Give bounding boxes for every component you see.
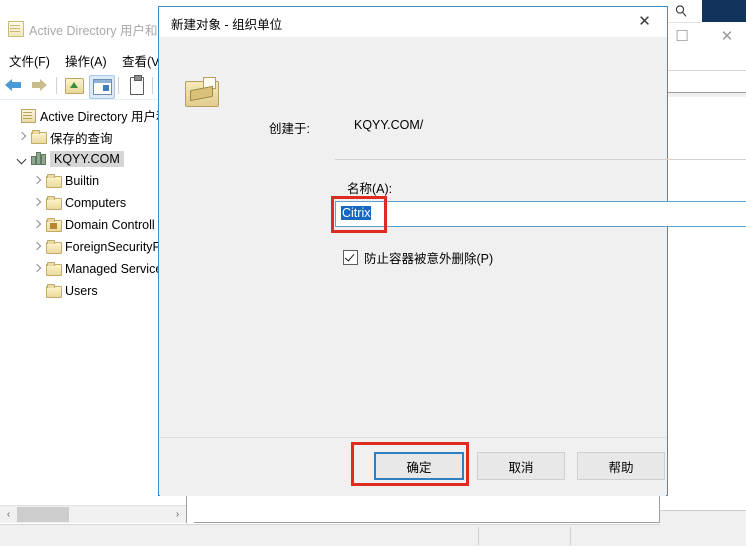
tree-twisty[interactable] <box>29 261 45 277</box>
tree-item-label: 保存的查询 <box>50 131 113 146</box>
folder-icon <box>45 195 62 211</box>
tree-twisty[interactable] <box>29 195 45 211</box>
name-input[interactable]: Citrix <box>335 201 746 227</box>
dialog-title: 新建对象 - 组织单位 <box>171 18 283 32</box>
close-icon[interactable]: ✕ <box>622 7 667 37</box>
tree-twisty[interactable] <box>29 173 45 189</box>
domain-icon <box>30 151 46 167</box>
ok-button-highlight-annotation <box>351 442 469 486</box>
tree-twisty[interactable] <box>14 129 30 145</box>
background-close-button[interactable]: ✕ <box>707 22 746 52</box>
show-hide-tree-icon[interactable] <box>89 75 115 99</box>
name-input-highlight-annotation <box>331 196 387 233</box>
menu-action[interactable]: 操作(A) <box>62 50 110 71</box>
console-title-text: Active Directory 用户和 <box>29 24 158 38</box>
background-window <box>655 0 746 545</box>
new-object-ou-dialog: 新建对象 - 组织单位 ✕ 创建于: KQYY.COM/ 名称(A): Citr… <box>158 6 746 496</box>
folder-icon <box>45 261 62 277</box>
folder-icon <box>30 129 47 145</box>
tree-item-label: Managed Service <box>65 262 163 276</box>
help-button[interactable]: 帮助 <box>577 452 665 480</box>
tree-horizontal-scrollbar[interactable]: ‹ › <box>0 505 186 523</box>
back-arrow-icon[interactable] <box>4 75 26 97</box>
tree-item-label: KQYY.COM <box>50 151 124 167</box>
dialog-separator <box>335 159 746 160</box>
tree-twisty[interactable] <box>4 107 20 123</box>
tree-item-label: Computers <box>65 196 127 210</box>
statusbar <box>0 524 660 546</box>
folder-icon <box>45 173 62 189</box>
tree-item-label: Builtin <box>65 174 100 188</box>
toolbar-separator <box>56 77 57 94</box>
forward-arrow-icon[interactable] <box>30 75 52 97</box>
tree-item-label: ForeignSecurityP <box>65 240 161 254</box>
dialog-titlebar: 新建对象 - 组织单位 ✕ <box>159 7 667 37</box>
search-icon[interactable] <box>673 4 689 20</box>
tree-item-label: Users <box>65 284 98 298</box>
console-icon <box>8 21 24 37</box>
background-window-navy-header <box>702 0 746 22</box>
tree-twisty <box>29 283 45 299</box>
statusbar-divider <box>570 527 571 545</box>
background-maximize-button[interactable]: ☐ <box>662 22 702 52</box>
checkbox-checked-icon[interactable] <box>343 250 358 265</box>
organizational-unit-icon <box>185 77 219 107</box>
cancel-button[interactable]: 取消 <box>477 452 565 480</box>
tree-twisty[interactable] <box>14 151 30 167</box>
toolbar-separator <box>118 77 119 94</box>
tree-item-label: Active Directory 用户和i <box>40 109 172 124</box>
menu-file[interactable]: 文件(F) <box>6 50 53 71</box>
scroll-right-arrow-icon[interactable]: › <box>169 506 186 523</box>
toolbar-separator <box>152 77 153 94</box>
folder-icon <box>45 239 62 255</box>
scroll-left-arrow-icon[interactable]: ‹ <box>0 506 17 523</box>
statusbar-divider <box>478 527 479 545</box>
folder-dc-icon <box>45 217 62 233</box>
folder-icon <box>45 283 62 299</box>
scrollbar-thumb[interactable] <box>17 507 69 522</box>
created-in-value: KQYY.COM/ <box>354 118 424 132</box>
dialog-body: 创建于: KQYY.COM/ 名称(A): Citrix 防止容器被意外删除(P… <box>159 37 746 437</box>
protect-from-deletion-checkbox-row[interactable]: 防止容器被意外删除(P) <box>343 248 493 267</box>
name-field-label: 名称(A): <box>347 182 393 196</box>
tree-item-label: Domain Controll <box>65 218 155 232</box>
background-window-bottom-bar <box>655 510 746 546</box>
background-divider-3 <box>655 93 746 97</box>
protect-from-deletion-label: 防止容器被意外删除(P) <box>364 252 494 266</box>
tree-twisty[interactable] <box>29 239 45 255</box>
tree-twisty[interactable] <box>29 217 45 233</box>
properties-icon[interactable] <box>126 75 148 97</box>
console-root-icon <box>20 107 36 123</box>
background-divider-1 <box>655 70 746 71</box>
created-in-label: 创建于: <box>269 122 310 136</box>
up-one-level-icon[interactable] <box>64 75 86 97</box>
